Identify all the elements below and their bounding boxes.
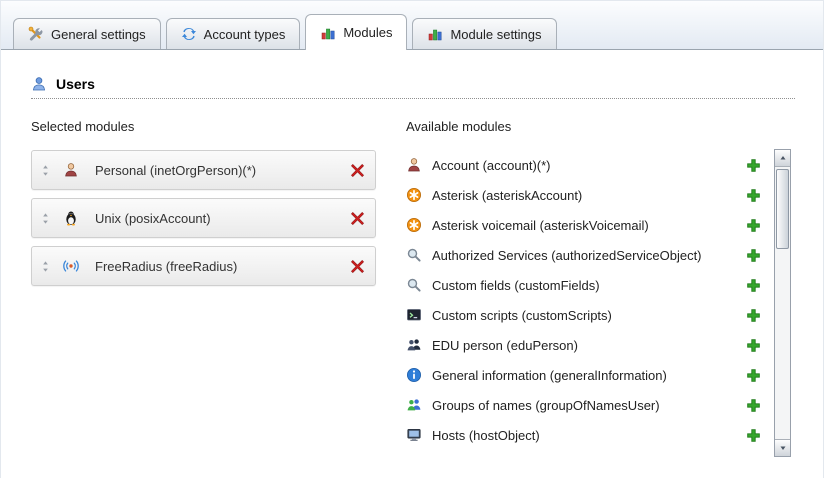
module-label: Personal (inetOrgPerson)(*) bbox=[95, 163, 350, 178]
scrollbar-down-button[interactable] bbox=[775, 439, 790, 456]
module-label: Asterisk voicemail (asteriskVoicemail) bbox=[432, 218, 738, 233]
computer-icon bbox=[406, 427, 422, 443]
module-label: Groups of names (groupOfNamesUser) bbox=[432, 398, 738, 413]
available-module-row: Hosts (hostObject) bbox=[406, 420, 761, 450]
user-icon bbox=[31, 76, 47, 92]
tab-general-settings[interactable]: General settings bbox=[13, 18, 161, 49]
drag-handle-icon[interactable] bbox=[40, 211, 51, 226]
tab-label: General settings bbox=[51, 27, 146, 42]
selected-modules-column: Selected modules Personal (inetOrgPerson… bbox=[31, 119, 376, 450]
asterisk-icon bbox=[406, 187, 422, 203]
module-label: EDU person (eduPerson) bbox=[432, 338, 738, 353]
asterisk-icon bbox=[406, 217, 422, 233]
tab-label: Account types bbox=[204, 27, 286, 42]
modules-icon bbox=[320, 25, 336, 41]
remove-module-button[interactable] bbox=[350, 163, 365, 178]
drag-handle-icon[interactable] bbox=[40, 259, 51, 274]
wrench-icon bbox=[28, 26, 44, 42]
module-label: General information (generalInformation) bbox=[432, 368, 738, 383]
magnifier-icon bbox=[406, 247, 422, 263]
modules-icon bbox=[427, 26, 443, 42]
available-module-row: Asterisk voicemail (asteriskVoicemail) bbox=[406, 210, 761, 240]
module-label: Asterisk (asteriskAccount) bbox=[432, 188, 738, 203]
add-module-button[interactable] bbox=[746, 338, 761, 353]
scrollbar[interactable] bbox=[774, 149, 791, 457]
module-label: Hosts (hostObject) bbox=[432, 428, 738, 443]
module-label: Authorized Services (authorizedServiceOb… bbox=[432, 248, 738, 263]
scrollbar-thumb[interactable] bbox=[776, 169, 789, 249]
tab-modules[interactable]: Modules bbox=[305, 14, 407, 50]
available-module-row: Authorized Services (authorizedServiceOb… bbox=[406, 240, 761, 270]
group-icon bbox=[406, 397, 422, 413]
available-module-row: Account (account)(*) bbox=[406, 150, 761, 180]
selected-modules-list: Personal (inetOrgPerson)(*) Unix (posixAc… bbox=[31, 150, 376, 286]
selected-module-row: FreeRadius (freeRadius) bbox=[31, 246, 376, 286]
module-label: Account (account)(*) bbox=[432, 158, 738, 173]
add-module-button[interactable] bbox=[746, 158, 761, 173]
available-module-row: Custom fields (customFields) bbox=[406, 270, 761, 300]
add-module-button[interactable] bbox=[746, 188, 761, 203]
scrollbar-track[interactable] bbox=[775, 167, 790, 439]
magnifier-icon bbox=[406, 277, 422, 293]
available-module-row: General information (generalInformation) bbox=[406, 360, 761, 390]
scrollbar-up-button[interactable] bbox=[775, 150, 790, 167]
tab-account-types[interactable]: Account types bbox=[166, 18, 301, 49]
add-module-button[interactable] bbox=[746, 428, 761, 443]
available-module-row: EDU person (eduPerson) bbox=[406, 330, 761, 360]
add-module-button[interactable] bbox=[746, 248, 761, 263]
add-module-button[interactable] bbox=[746, 218, 761, 233]
tab-label: Module settings bbox=[450, 27, 541, 42]
available-modules-list: Account (account)(*) Asterisk (asteriskAc… bbox=[406, 150, 761, 450]
available-modules-column: Available modules Account (account)(*) As… bbox=[406, 119, 795, 450]
module-label: FreeRadius (freeRadius) bbox=[95, 259, 350, 274]
module-label: Custom fields (customFields) bbox=[432, 278, 738, 293]
selected-module-row: Unix (posixAccount) bbox=[31, 198, 376, 238]
radio-icon bbox=[63, 258, 79, 274]
add-module-button[interactable] bbox=[746, 278, 761, 293]
tab-module-settings[interactable]: Module settings bbox=[412, 18, 556, 49]
modules-columns: Selected modules Personal (inetOrgPerson… bbox=[31, 119, 795, 450]
person-icon bbox=[63, 162, 79, 178]
section-header: Users bbox=[31, 76, 795, 99]
selected-module-row: Personal (inetOrgPerson)(*) bbox=[31, 150, 376, 190]
content-area: Users Selected modules Personal (inetOrg… bbox=[1, 50, 823, 479]
terminal-icon bbox=[406, 307, 422, 323]
tab-bar: General settings Account types Modules Modu… bbox=[1, 1, 823, 50]
page-title: Users bbox=[56, 76, 95, 92]
tab-label: Modules bbox=[343, 25, 392, 40]
available-modules-heading: Available modules bbox=[406, 119, 761, 134]
available-module-row: Custom scripts (customScripts) bbox=[406, 300, 761, 330]
module-label: Custom scripts (customScripts) bbox=[432, 308, 738, 323]
available-module-row: Groups of names (groupOfNamesUser) bbox=[406, 390, 761, 420]
refresh-icon bbox=[181, 26, 197, 42]
add-module-button[interactable] bbox=[746, 398, 761, 413]
available-module-row: Asterisk (asteriskAccount) bbox=[406, 180, 761, 210]
lam-configuration-page: General settings Account types Modules Modu… bbox=[0, 0, 824, 478]
people-icon bbox=[406, 337, 422, 353]
module-label: Unix (posixAccount) bbox=[95, 211, 350, 226]
person-icon bbox=[406, 157, 422, 173]
drag-handle-icon[interactable] bbox=[40, 163, 51, 178]
penguin-icon bbox=[63, 210, 79, 226]
info-icon bbox=[406, 367, 422, 383]
remove-module-button[interactable] bbox=[350, 259, 365, 274]
remove-module-button[interactable] bbox=[350, 211, 365, 226]
selected-modules-heading: Selected modules bbox=[31, 119, 376, 134]
add-module-button[interactable] bbox=[746, 308, 761, 323]
add-module-button[interactable] bbox=[746, 368, 761, 383]
